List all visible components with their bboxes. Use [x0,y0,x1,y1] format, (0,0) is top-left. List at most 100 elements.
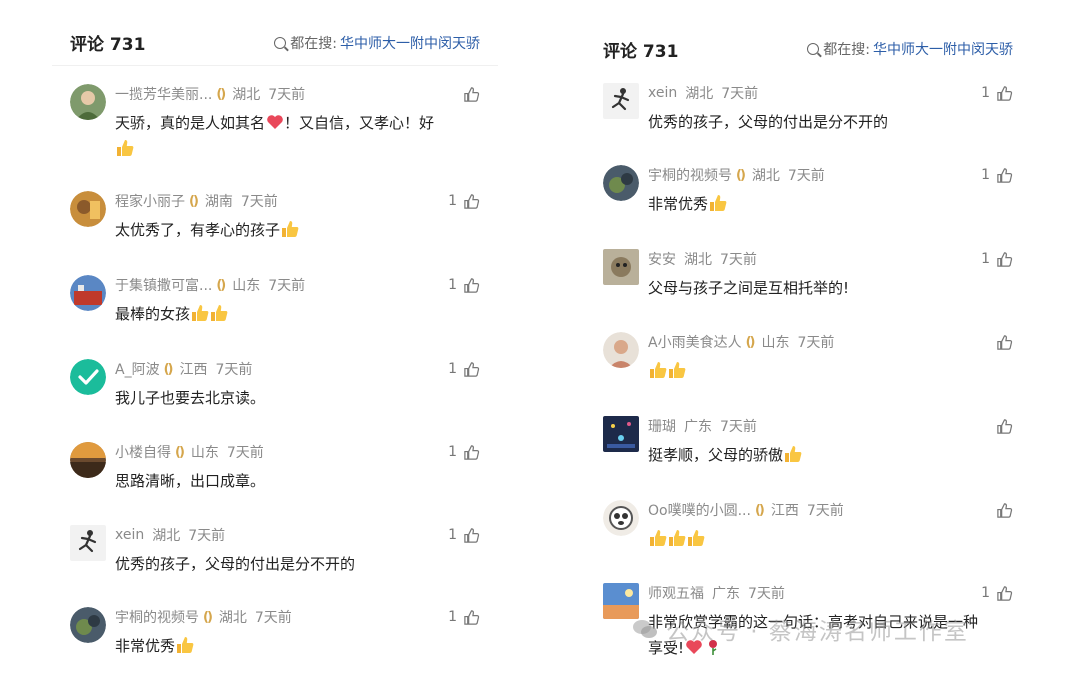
badge-icon: () [216,277,226,293]
comment-meta: 安安 湖北 7天前 [648,249,757,269]
avatar[interactable] [70,191,106,227]
comment-location: 湖北 [684,252,712,268]
commenter-name[interactable]: 宇桐的视频号 [648,165,732,185]
comment-item: 于集镇撒可富... () 山东 7天前 1 最棒的女孩 [52,275,498,359]
like-button[interactable] [990,500,1013,520]
comment-location: 湖北 [218,610,247,626]
like-button[interactable]: 1 [448,607,480,627]
comment-text: 非常优秀 [115,633,480,659]
thumbs-up-emoji [710,195,727,211]
thumbs-up-emoji [785,446,802,462]
comment-meta: 于集镇撒可富... () 山东 7天前 [115,275,305,295]
comment-time: 7天前 [215,362,253,378]
comment-item: 宇桐的视频号 () 湖北 7天前 1 非常优秀 [585,165,1031,249]
avatar[interactable] [70,359,106,395]
commenter-name[interactable]: xein [115,527,144,543]
like-count: 1 [981,167,990,183]
commenter-name[interactable]: Oo噗噗的小圆... [648,500,751,520]
like-button[interactable]: 1 [448,191,480,211]
comments-count-title: 评论 731 [70,35,146,55]
avatar[interactable] [603,249,639,285]
like-button[interactable]: 1 [981,165,1013,185]
comment-item: 小楼自得 () 山东 7天前 1 思路清晰，出口成章。 [52,442,498,526]
comment-text: 我儿子也要去北京读。 [115,389,266,407]
commenter-name[interactable]: 宇桐的视频号 [115,607,199,627]
avatar[interactable] [603,500,639,536]
commenter-name[interactable]: 珊瑚 [648,416,676,436]
avatar[interactable] [70,275,106,311]
commenter-name[interactable]: 程家小丽子 [115,191,185,211]
like-count: 1 [448,609,457,625]
comment-meta: 师观五福 广东 7天前 [648,583,785,603]
wechat-icon [633,620,657,638]
commenter-name[interactable]: 一揽芳华美丽... [115,84,212,104]
comment-location: 山东 [761,335,790,351]
like-button[interactable] [990,332,1013,352]
comment-time: 7天前 [720,252,757,268]
commenter-name[interactable]: 安安 [648,249,676,269]
thumbs-up-icon [997,167,1013,183]
thumbs-up-icon [464,361,480,377]
thumbs-up-icon [997,418,1013,434]
badge-icon: () [736,167,746,183]
thumbs-up-icon [997,334,1013,350]
commenter-name[interactable]: A_阿波 [115,359,160,379]
comment-time: 7天前 [721,86,759,102]
like-count: 1 [448,277,457,293]
like-button[interactable] [990,416,1013,436]
avatar[interactable] [70,84,106,120]
search-keyword[interactable]: 华中师大一附中闵天骄 [873,39,1013,59]
avatar[interactable] [603,165,639,201]
like-button[interactable]: 1 [981,583,1013,603]
comment-item: 一揽芳华美丽... () 湖北 7天前 天骄，真的是人如其名 ！又自信，又孝心！好 [52,84,498,168]
comment-location: 山东 [190,445,219,461]
thumbs-up-icon [464,444,480,460]
comment-location: 湖北 [152,528,181,544]
comment-time: 7天前 [188,528,226,544]
like-button[interactable]: 1 [981,249,1013,269]
avatar[interactable] [603,416,639,452]
thumbs-up-icon [464,277,480,293]
comment-time: 7天前 [240,194,278,210]
comment-item: Oo噗噗的小圆... () 江西 7天前 [585,500,1031,584]
like-count: 1 [448,527,457,543]
search-keyword[interactable]: 华中师大一附中闵天骄 [340,33,480,53]
comment-location: 广东 [684,419,712,435]
like-button[interactable]: 1 [981,83,1013,103]
commenter-name[interactable]: 师观五福 [648,583,704,603]
avatar[interactable] [603,83,639,119]
commenter-name[interactable]: xein [648,85,677,101]
avatar[interactable] [70,525,106,561]
heart-icon [267,115,283,129]
comment-location: 湖北 [232,87,261,103]
comment-meta: A小雨美食达人 () 山东 7天前 [648,332,834,352]
like-button[interactable]: 1 [448,525,480,545]
avatar[interactable] [70,442,106,478]
hot-search-link[interactable]: 都在搜: 华中师大一附中闵天骄 [807,39,1013,59]
thumbs-up-emoji [688,530,705,546]
comment-meta: 小楼自得 () 山东 7天前 [115,442,264,462]
thumbs-up-emoji [177,637,194,653]
comment-item: 珊瑚 广东 7天前 挺孝顺，父母的骄傲 [585,416,1031,500]
thumbs-up-emoji [650,530,667,546]
like-button[interactable]: 1 [448,359,480,379]
comment-text: 太优秀了，有孝心的孩子 [115,217,480,243]
like-button[interactable] [457,84,480,104]
avatar[interactable] [70,607,106,643]
like-button[interactable]: 1 [448,442,480,462]
comment-time: 7天前 [787,168,825,184]
like-button[interactable]: 1 [448,275,480,295]
hot-search-link[interactable]: 都在搜: 华中师大一附中闵天骄 [274,33,480,53]
comments-header: 评论 731 都在搜: 华中师大一附中闵天骄 [52,0,498,66]
commenter-name[interactable]: A小雨美食达人 [648,332,742,352]
commenter-name[interactable]: 小楼自得 [115,442,171,462]
thumbs-up-icon [997,502,1013,518]
comment-meta: 宇桐的视频号 () 湖北 7天前 [115,607,292,627]
comment-location: 湖南 [204,194,233,210]
comment-location: 湖北 [751,168,780,184]
thumbs-up-icon [997,85,1013,101]
comment-time: 7天前 [748,586,785,602]
search-icon [807,43,820,55]
avatar[interactable] [603,332,639,368]
commenter-name[interactable]: 于集镇撒可富... [115,275,212,295]
